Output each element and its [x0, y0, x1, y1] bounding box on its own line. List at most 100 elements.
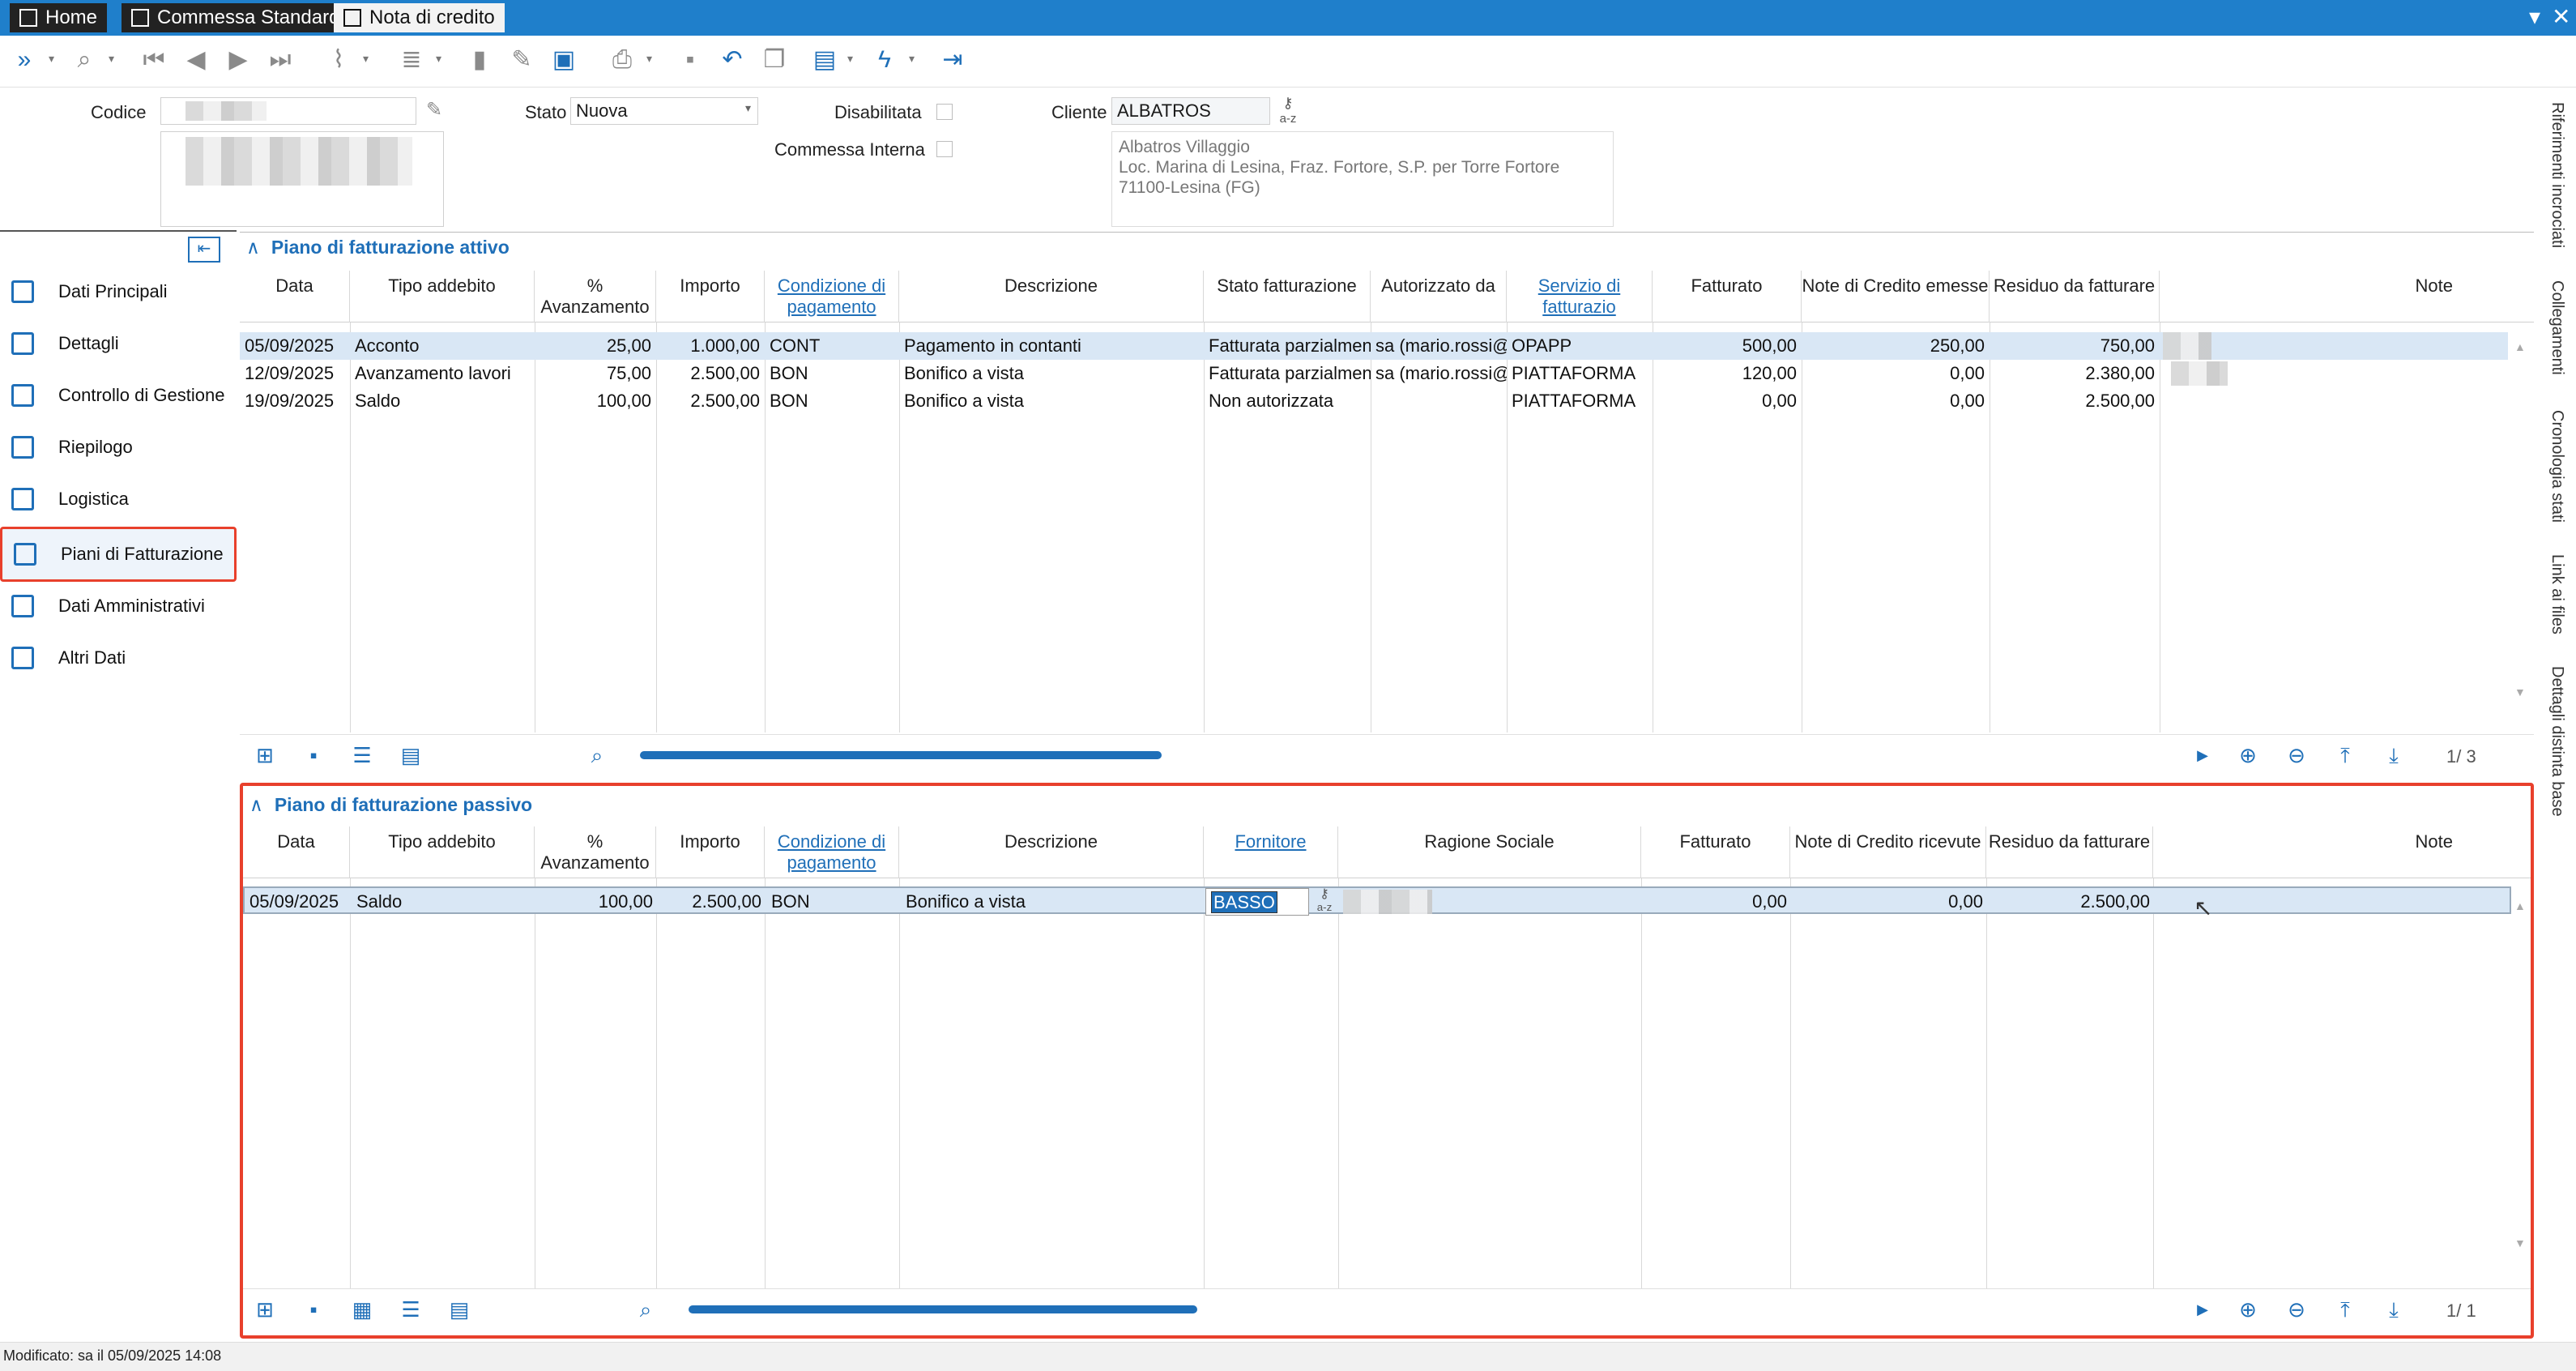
scroll-down-icon[interactable]: ▼	[2514, 1236, 2526, 1249]
section-title[interactable]: ∧ Piano di fatturazione attivo	[246, 237, 510, 258]
scroll-up-icon[interactable]: ▲	[2514, 340, 2526, 353]
column-header[interactable]: Importo	[656, 826, 765, 878]
table-row[interactable]: 05/09/2025 Saldo 100,00 2.500,00 BON Bon…	[243, 886, 2511, 916]
commessa-interna-checkbox[interactable]	[936, 141, 953, 157]
lightning-icon[interactable]: ϟ	[868, 44, 901, 76]
close-icon[interactable]: ✕	[2552, 3, 2570, 30]
column-header[interactable]: Note	[2153, 826, 2531, 878]
table-row[interactable]: 12/09/2025 Avanzamento lavori 75,00 2.50…	[240, 360, 2508, 387]
undo-icon[interactable]: ↶	[716, 44, 748, 76]
column-header-link[interactable]: Condizione di pagamento	[765, 271, 899, 322]
tab-collegamenti[interactable]: Collegamenti	[2534, 280, 2566, 386]
key-lookup-icon[interactable]: ⚷ a-z	[1311, 888, 1338, 916]
table-row[interactable]: 05/09/2025 Acconto 25,00 1.000,00 CONT P…	[240, 332, 2508, 360]
column-header[interactable]: Tipo addebito	[350, 271, 535, 322]
document-list-icon[interactable]: ▤	[808, 44, 841, 76]
exit-icon[interactable]: ⇥	[936, 44, 969, 76]
first-page-icon[interactable]: ⤒	[2331, 1296, 2359, 1323]
column-header-link[interactable]: Fornitore	[1204, 826, 1338, 878]
column-header-link[interactable]: Servizio di fatturazio	[1507, 271, 1653, 322]
tab-dettagli-distinta-base[interactable]: Dettagli distinta base	[2534, 666, 2566, 828]
column-header[interactable]: Note di Credito emesse	[1802, 271, 1990, 322]
save-icon[interactable]: ▣	[548, 44, 580, 76]
zoom-out-icon[interactable]: ⊖	[2283, 1296, 2310, 1323]
column-header[interactable]: Importo	[656, 271, 765, 322]
sidebar-item-dati-principali[interactable]: Dati Principali	[0, 267, 237, 316]
scroll-up-icon[interactable]: ▲	[2514, 899, 2526, 912]
zoom-in-icon[interactable]: ⊕	[2234, 741, 2262, 769]
column-header[interactable]: Fatturato	[1641, 826, 1790, 878]
column-header[interactable]: Data	[243, 826, 350, 878]
last-page-icon[interactable]: ⤓	[2380, 741, 2408, 769]
tab-cronologia-stati[interactable]: Cronologia stati	[2534, 410, 2566, 532]
first-page-icon[interactable]: ⤒	[2331, 741, 2359, 769]
details-icon[interactable]: ▤	[397, 741, 424, 769]
delete-row-icon[interactable]: ▪	[300, 1296, 327, 1323]
stato-select[interactable]: Nuova ▾	[570, 97, 758, 125]
column-header[interactable]: Note di Credito ricevute	[1790, 826, 1986, 878]
sidebar-item-riepilogo[interactable]: Riepilogo	[0, 423, 237, 472]
tab-commessa-standard[interactable]: Commessa Standard	[122, 3, 350, 32]
section-title[interactable]: ∧ Piano di fatturazione passivo	[249, 794, 532, 816]
delete-icon[interactable]: ▪	[674, 44, 706, 76]
scroll-right-icon[interactable]: ▶	[2189, 1296, 2216, 1323]
disabilitata-checkbox[interactable]	[936, 104, 953, 120]
sidebar-item-dati-amministrativi[interactable]: Dati Amministrativi	[0, 582, 237, 630]
edit-pencil-icon[interactable]: ✎	[505, 44, 538, 76]
codice-field[interactable]	[160, 97, 416, 125]
tab-riferimenti-incrociati[interactable]: Riferimenti incrociati	[2534, 102, 2566, 256]
column-header[interactable]: Descrizione	[899, 271, 1204, 322]
zoom-in-icon[interactable]: ⊕	[2234, 1296, 2262, 1323]
column-header[interactable]: Residuo da fatturare	[1986, 826, 2153, 878]
scroll-right-icon[interactable]: ▶	[2189, 741, 2216, 769]
horizontal-scrollbar[interactable]	[689, 1305, 1197, 1313]
sidebar-item-logistica[interactable]: Logistica	[0, 475, 237, 523]
search-icon[interactable]: ⌕	[632, 1296, 659, 1323]
sidebar-item-altri-dati[interactable]: Altri Dati	[0, 634, 237, 682]
column-header[interactable]: Stato fatturazione	[1204, 271, 1371, 322]
search-icon[interactable]: ⌕	[583, 741, 611, 769]
column-header[interactable]: % Avanzamento	[535, 826, 656, 878]
horizontal-scrollbar[interactable]	[640, 751, 1162, 759]
column-header[interactable]: Residuo da fatturare	[1990, 271, 2160, 322]
next-record-icon[interactable]: ▶	[222, 44, 254, 76]
scroll-down-icon[interactable]: ▼	[2514, 686, 2526, 698]
column-header[interactable]: Tipo addebito	[350, 826, 535, 878]
column-header[interactable]: Note	[2160, 271, 2534, 322]
add-row-icon[interactable]: ⊞	[251, 741, 279, 769]
broom-icon[interactable]: ⌇	[322, 44, 355, 76]
column-header[interactable]: Fatturato	[1653, 271, 1802, 322]
search-icon[interactable]: ⌕	[68, 44, 100, 76]
column-header[interactable]: Descrizione	[899, 826, 1204, 878]
fornitore-input[interactable]: BASSO	[1205, 888, 1309, 916]
sidebar-item-dettagli[interactable]: Dettagli	[0, 319, 237, 368]
grid-icon[interactable]: ▦	[348, 1296, 376, 1323]
column-header[interactable]: Data	[240, 271, 350, 322]
database-icon[interactable]: ≣	[395, 44, 428, 76]
tab-nota-di-credito[interactable]: Nota di credito	[334, 3, 505, 32]
list-icon[interactable]: ☰	[397, 1296, 424, 1323]
first-record-icon[interactable]: ⏮	[138, 44, 170, 76]
sidebar-item-piani-di-fatturazione[interactable]: Piani di Fatturazione	[0, 527, 237, 582]
key-lookup-icon[interactable]: ⚷ a-z	[1273, 96, 1303, 128]
edit-pencil-icon[interactable]: ✎	[418, 94, 450, 126]
copy-icon[interactable]: ❐	[758, 44, 791, 76]
column-header-link[interactable]: Condizione di pagamento	[765, 826, 899, 878]
table-row[interactable]: 19/09/2025 Saldo 100,00 2.500,00 BON Bon…	[240, 387, 2508, 415]
zoom-out-icon[interactable]: ⊖	[2283, 741, 2310, 769]
last-record-icon[interactable]: ⏭	[264, 44, 296, 76]
column-header[interactable]: % Avanzamento	[535, 271, 656, 322]
new-document-icon[interactable]: ▮	[463, 44, 496, 76]
add-row-icon[interactable]: ⊞	[251, 1296, 279, 1323]
sidebar-item-controllo-di-gestione[interactable]: Controllo di Gestione	[0, 371, 237, 420]
description-field[interactable]	[160, 131, 444, 227]
collapse-icon[interactable]: »	[8, 44, 41, 76]
column-header[interactable]: Ragione Sociale	[1338, 826, 1641, 878]
tab-home[interactable]: Home	[10, 3, 108, 32]
delete-row-icon[interactable]: ▪	[300, 741, 327, 769]
details-icon[interactable]: ▤	[446, 1296, 473, 1323]
tab-link-ai-files[interactable]: Link ai files	[2534, 554, 2566, 643]
list-icon[interactable]: ☰	[348, 741, 376, 769]
column-header[interactable]: Autorizzato da	[1371, 271, 1507, 322]
collapse-sidebar-icon[interactable]: ⇤	[188, 237, 220, 263]
